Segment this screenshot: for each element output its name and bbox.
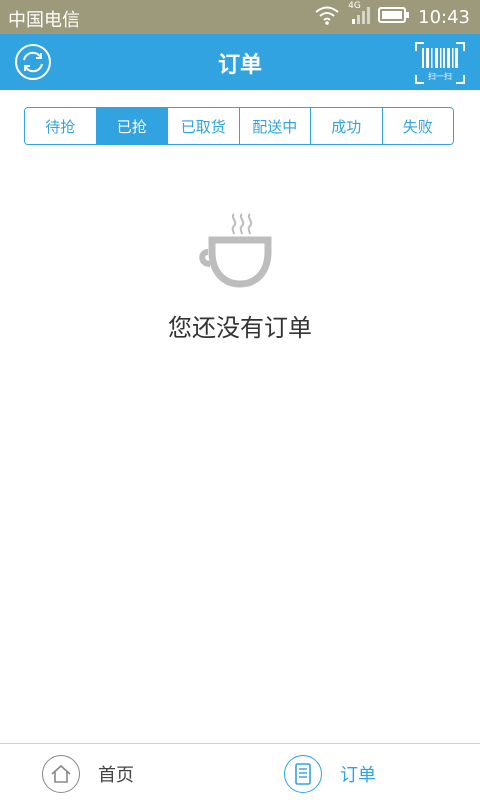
order-status-tabs: 待抢 已抢 已取货 配送中 成功 失败 — [24, 107, 454, 145]
tab-success[interactable]: 成功 — [311, 108, 383, 144]
barcode-scan-icon: 扫一扫 — [415, 42, 465, 84]
empty-state-message: 您还没有订单 — [168, 314, 312, 342]
battery-icon — [378, 6, 410, 29]
page-title: 订单 — [217, 53, 262, 78]
network-type: 4G — [348, 1, 361, 11]
nav-orders[interactable]: 订单 — [284, 754, 376, 794]
nav-orders-label: 订单 — [340, 765, 376, 786]
nav-home-label: 首页 — [98, 765, 134, 786]
scan-label: 扫一扫 — [428, 71, 452, 81]
status-icons: 4G 10:43 — [314, 1, 470, 30]
bottom-navigation: 首页 订单 — [0, 743, 480, 800]
app-header: 订单 扫一扫 — [0, 34, 480, 90]
tab-waiting[interactable]: 待抢 — [25, 108, 97, 144]
signal-icon: 4G — [348, 1, 371, 30]
coffee-cup-icon — [198, 212, 282, 288]
scan-button[interactable]: 扫一扫 — [414, 41, 466, 85]
carrier-name: 中国电信 — [8, 10, 80, 31]
tab-failed[interactable]: 失败 — [382, 108, 453, 144]
tab-picked-up[interactable]: 已取货 — [168, 108, 240, 144]
status-bar: 中国电信 4G 10:43 — [0, 0, 480, 34]
wifi-icon — [314, 5, 340, 30]
clock: 10:43 — [418, 7, 470, 28]
home-icon — [42, 755, 80, 793]
tab-grabbed[interactable]: 已抢 — [96, 108, 168, 144]
document-icon — [284, 755, 322, 793]
tab-delivering[interactable]: 配送中 — [239, 108, 311, 144]
nav-home[interactable]: 首页 — [42, 754, 134, 794]
